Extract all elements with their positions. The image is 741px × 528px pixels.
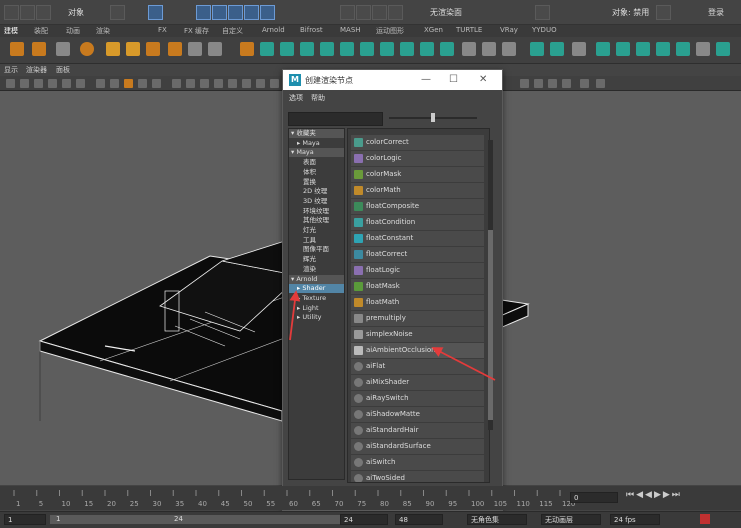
timeline-tick-label: 70	[335, 500, 344, 508]
playback-controls[interactable]: ⏮◀◀▶▶⏭	[626, 490, 682, 500]
range-slider: 1 1 24 24 48 无角色集 无动画层 24 fps	[0, 511, 741, 528]
timeline-tick-label: 105	[494, 500, 507, 508]
range-bar-end: 24	[174, 515, 183, 523]
timeline-tick-label: 10	[62, 500, 71, 508]
timeline-tick-label: 20	[107, 500, 116, 508]
timeline-tick-label: 95	[448, 500, 457, 508]
range-end-field[interactable]: 24	[340, 514, 388, 525]
timeline-tick-label: 40	[198, 500, 207, 508]
timeline-tick-label: 35	[175, 500, 184, 508]
arrow-to-ambient-occlusion	[431, 347, 496, 381]
arrow-to-shader	[289, 290, 301, 341]
annotation-arrows	[289, 290, 496, 381]
auto-key-icon[interactable]	[700, 514, 710, 524]
timeline-tick-label: 55	[266, 500, 275, 508]
timeline-tick-label: 60	[289, 500, 298, 508]
timeline-tick-label: 15	[84, 500, 93, 508]
range-bar[interactable]: 1 24	[50, 515, 340, 524]
timeline-tick-label: 25	[130, 500, 139, 508]
anim-layer-dropdown[interactable]: 无动画层	[541, 514, 601, 525]
timeline-tick-label: 80	[380, 500, 389, 508]
timeline-tick-label: 115	[539, 500, 552, 508]
character-set-dropdown[interactable]: 无角色集	[467, 514, 527, 525]
time-slider[interactable]: 1 5 10 15 20 25 30 35 40 45 50 55 60 65 70 75 80 85 90 95 10…	[0, 486, 741, 510]
timeline-tick-label: 50	[244, 500, 253, 508]
timeline-tick-label: 110	[517, 500, 530, 508]
timeline-tick-label: 85	[403, 500, 412, 508]
range-start-field[interactable]: 1	[4, 514, 46, 525]
timeline-tick-label: 5	[39, 500, 43, 508]
timeline-tick-label: 30	[153, 500, 162, 508]
fps-dropdown[interactable]: 24 fps	[610, 514, 660, 525]
timeline-tick-label: 45	[221, 500, 230, 508]
range-max-field[interactable]: 48	[395, 514, 443, 525]
range-bar-start: 1	[56, 515, 61, 523]
current-frame-field[interactable]: 0	[570, 492, 618, 503]
timeline-tick-label: 1	[16, 500, 20, 508]
timeline-tick-label: 65	[312, 500, 321, 508]
timeline-tick-label: 90	[426, 500, 435, 508]
timeline-tick-label: 75	[357, 500, 366, 508]
timeline-tick-label: 100	[471, 500, 484, 508]
